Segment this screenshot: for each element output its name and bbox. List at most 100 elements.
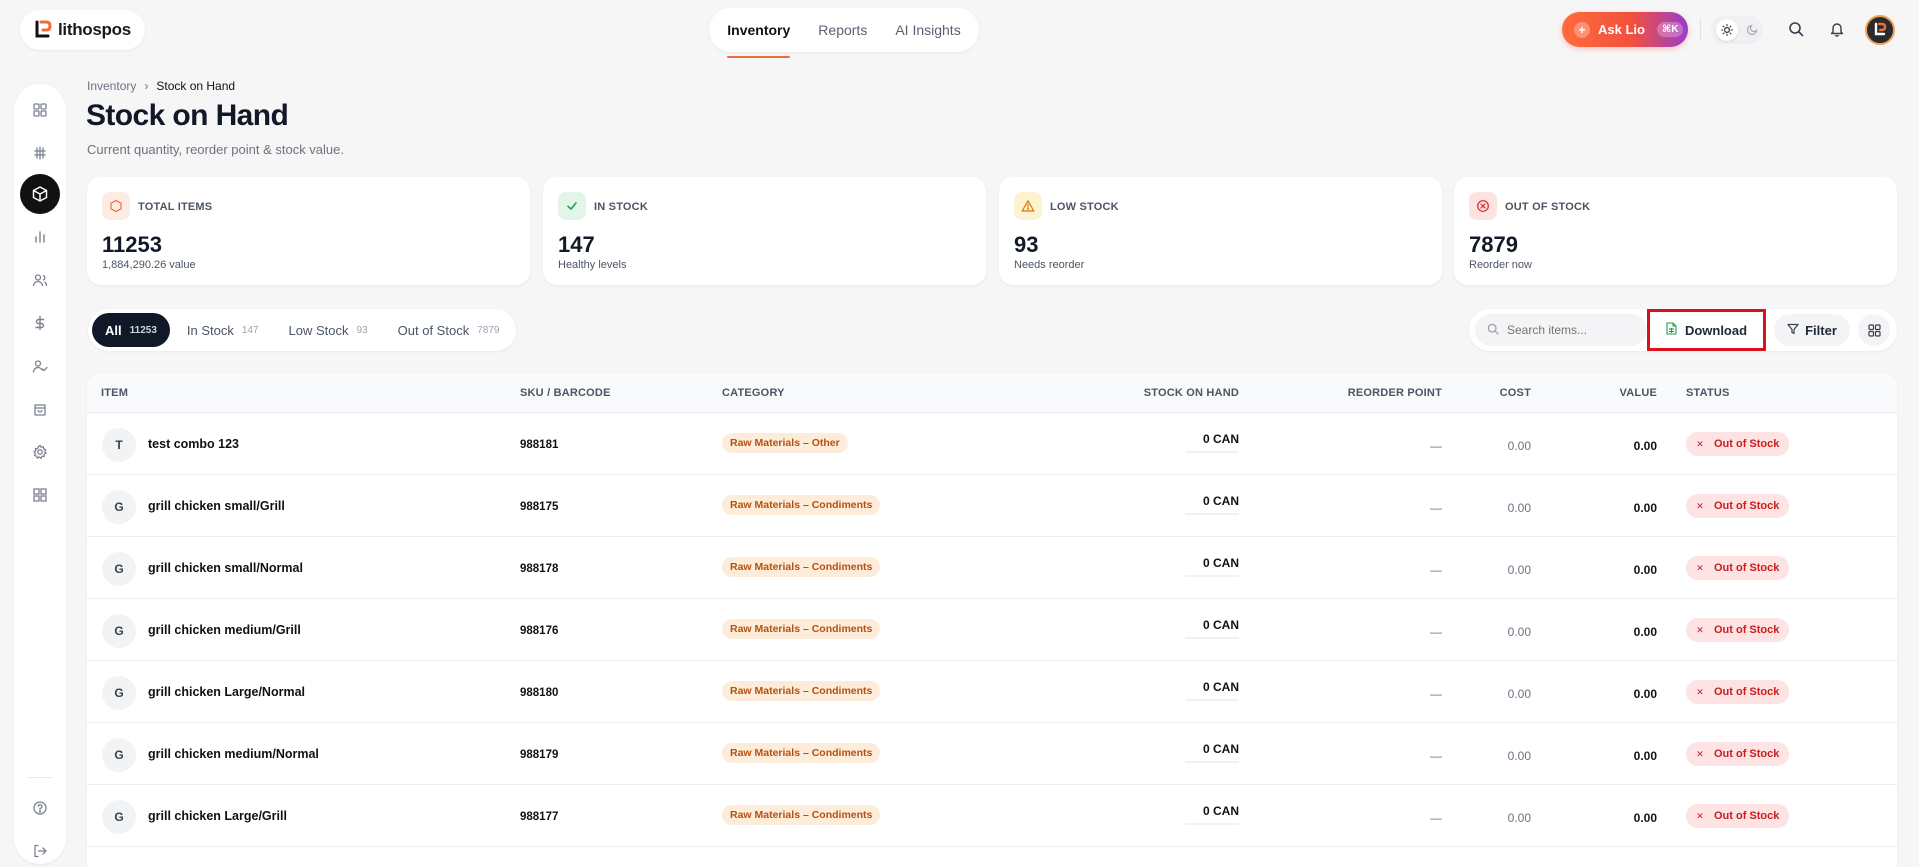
funnel-icon [1787,323,1799,338]
breadcrumb-separator: › [144,79,149,93]
filter-tab-count: 11253 [129,324,157,336]
x-icon: ✕ [1696,438,1704,449]
item-sku: 988177 [520,811,559,823]
column-header-item[interactable]: ITEM [101,387,128,399]
table-row[interactable]: Ggrill chicken Large/Normal 988180 Raw Mat… [87,661,1897,723]
stock-on-hand: 0 CAN [1202,742,1239,756]
item-name[interactable]: grill chicken Large/Grill [148,809,287,823]
status-filter-tabs: All 11253 In Stock 147 Low Stock 93 Out … [88,309,517,351]
status-badge: ✕ Out of Stock [1686,556,1790,580]
column-header-stock-on-hand[interactable]: STOCK ON HAND [1144,387,1239,399]
x-icon: ✕ [1696,810,1704,821]
item-avatar: G [102,800,136,834]
user-avatar[interactable] [1865,15,1895,45]
search-icon[interactable] [1785,18,1807,40]
tab-ai-insights[interactable]: AI Insights [895,8,960,52]
user-check-icon[interactable] [24,350,56,382]
column-header-status[interactable]: STATUS [1686,387,1730,399]
x-icon: ✕ [1696,500,1704,511]
help-icon[interactable] [24,792,56,824]
reorder-point: — [1430,687,1442,701]
item-name[interactable]: grill chicken small/Normal [148,561,303,575]
status-label: Out of Stock [1714,500,1780,512]
table-row[interactable]: Ttest combo 123 988181 Raw Materials – Oth… [87,413,1897,475]
item-name[interactable]: grill chicken medium/Normal [148,747,319,761]
table-row[interactable]: Ggrill chicken small/Normal 988178 Raw Mat… [87,537,1897,599]
item-sku: 988179 [520,749,559,761]
download-button[interactable]: Download [1647,309,1766,351]
reorder-point: — [1430,625,1442,639]
item-cost: 0.00 [1507,501,1531,515]
filter-tab-label: In Stock [186,322,234,338]
category-badge: Raw Materials – Condiments [722,495,881,515]
table-toolbar: Download Filter [1469,309,1897,351]
download-label: Download [1684,322,1748,338]
check-icon [558,192,586,220]
column-header-value[interactable]: VALUE [1620,387,1657,399]
logo-mark-icon [34,20,52,40]
breadcrumb-inventory[interactable]: Inventory [87,79,136,93]
filter-tab-low-stock[interactable]: Low Stock 93 [276,313,381,347]
stock-table: ITEM SKU / BARCODE CATEGORY STOCK ON HAN… [87,373,1897,867]
stat-value: 93 [1014,232,1039,257]
brand-logo[interactable]: lithospos [20,10,145,50]
moon-icon[interactable] [1746,23,1759,38]
stat-sub: 1,884,290.26 value [102,259,196,271]
page-subtitle: Current quantity, reorder point & stock … [87,142,344,157]
warning-icon [1014,192,1042,220]
breadcrumb: Inventory › Stock on Hand [87,79,235,93]
search-input[interactable] [1507,323,1627,337]
page-title: Stock on Hand [86,99,289,132]
filter-tab-all[interactable]: All 11253 [92,313,170,347]
search-box[interactable] [1475,314,1647,346]
item-sku: 988175 [520,501,559,513]
filter-tab-out-of-stock[interactable]: Out of Stock 7879 [385,313,513,347]
item-name[interactable]: test combo 123 [148,437,239,451]
filter-button[interactable]: Filter [1774,314,1850,346]
apps-grid-icon[interactable] [24,479,56,511]
status-badge: ✕ Out of Stock [1686,494,1790,518]
item-name[interactable]: grill chicken small/Grill [148,499,285,513]
table-row[interactable]: Ggrill chicken Large/Grill 988177 Raw Mate… [87,785,1897,847]
reorder-point: — [1430,439,1442,453]
customers-icon[interactable] [24,264,56,296]
tab-reports[interactable]: Reports [818,8,867,52]
stat-card-total-items: TOTAL ITEMS 11253 1,884,290.26 value [87,177,530,285]
tab-inventory[interactable]: Inventory [727,8,791,58]
filter-tab-label: All [105,322,122,338]
theme-toggle[interactable] [1711,16,1763,44]
grid-view-icon[interactable] [1858,314,1890,346]
stock-on-hand: 0 CAN [1202,618,1239,632]
column-header-cost[interactable]: COST [1500,387,1531,399]
filter-tab-count: 93 [356,324,368,336]
dollar-icon[interactable] [24,307,56,339]
filter-tab-count: 147 [241,324,259,336]
stock-level-bar [1185,637,1239,639]
status-badge: ✕ Out of Stock [1686,804,1790,828]
logout-icon[interactable] [24,835,56,867]
bell-icon[interactable] [1826,18,1848,40]
stock-level-bar [1185,761,1239,763]
sun-icon[interactable] [1715,19,1738,41]
column-header-category[interactable]: CATEGORY [722,387,785,399]
item-name[interactable]: grill chicken Large/Normal [148,685,305,699]
status-label: Out of Stock [1714,810,1780,822]
column-header-sku[interactable]: SKU / BARCODE [520,387,611,399]
table-row[interactable]: Ggrill chicken small/Grill 988175 Raw Mate… [87,475,1897,537]
column-header-reorder-point[interactable]: REORDER POINT [1348,387,1442,399]
shopping-bag-icon[interactable] [24,393,56,425]
inventory-box-icon[interactable] [20,174,60,214]
ask-lio-button[interactable]: + Ask Lio ⌘K [1562,12,1688,47]
stat-label: OUT OF STOCK [1505,201,1591,213]
item-avatar: G [102,676,136,710]
settings-gear-icon[interactable] [24,436,56,468]
item-name[interactable]: grill chicken medium/Grill [148,623,301,637]
reports-chart-icon[interactable] [24,221,56,253]
dashboard-icon[interactable] [24,94,56,126]
reorder-point: — [1430,811,1442,825]
sidebar [14,84,66,864]
filter-tab-in-stock[interactable]: In Stock 147 [174,313,272,347]
table-row[interactable]: Ggrill chicken medium/Normal 988179 Raw Ma… [87,723,1897,785]
pos-icon[interactable] [24,137,56,169]
table-row[interactable]: Ggrill chicken medium/Grill 988176 Raw Mat… [87,599,1897,661]
